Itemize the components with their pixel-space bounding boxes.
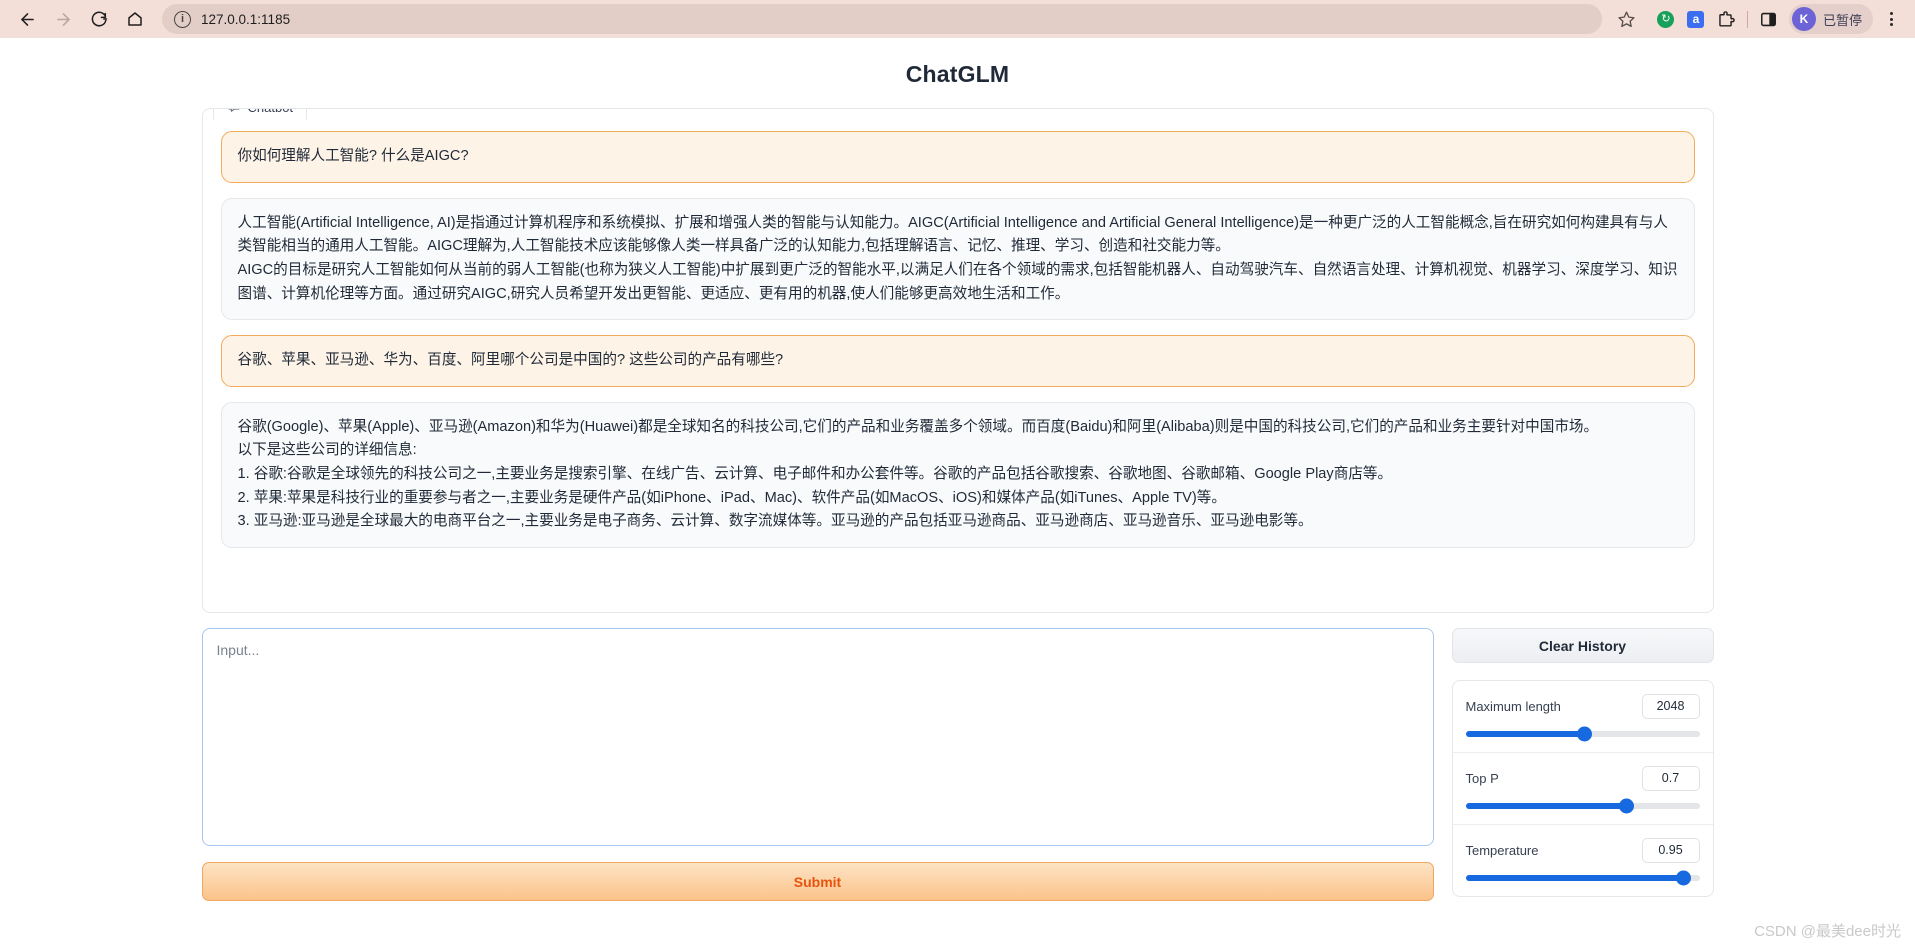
page-title: ChatGLM [905,61,1010,87]
back-button[interactable] [10,2,44,36]
parameter-row-top-p: Top P 0.7 [1452,753,1713,825]
watermark: CSDN @最美dee时光 [1754,923,1901,940]
message-paragraph: 人工智能(Artificial Intelligence, AI)是指通过计算机… [237,214,1668,255]
message-paragraph: 以下是这些公司的详细信息: [237,442,417,459]
message-text: 你如何理解人工智能? 什么是AIGC? [237,148,469,164]
extension-a-icon[interactable]: a [1682,5,1710,33]
bottom-controls: Submit Clear History Maximum length 2048 [201,628,1714,901]
profile-status-label: 已暂停 [1822,12,1862,28]
slider-knob[interactable] [1619,798,1635,814]
parameter-header: Top P 0.7 [1466,766,1700,791]
chat-input[interactable] [201,628,1434,846]
home-button[interactable] [118,2,152,36]
message-paragraph: AIGC的目标是研究人工智能如何从当前的弱人工智能(也称为狭义人工智能)中扩展到… [237,261,1678,302]
forward-button[interactable] [46,2,80,36]
message-paragraph: 谷歌(Google)、苹果(Apple)、亚马逊(Amazon)和华为(Huaw… [237,418,1599,435]
site-info-icon[interactable]: i [174,10,191,28]
tab-chatbot[interactable]: Chatbot [212,109,308,120]
message-paragraph: 1. 谷歌:谷歌是全球领先的科技公司之一,主要业务是搜索引擎、在线广告、云计算、… [237,466,1393,483]
tab-chatbot-label: Chatbot [248,109,294,115]
settings-column: Clear History Maximum length 2048 Top P … [1451,628,1714,897]
chat-message-list[interactable]: 你如何理解人工智能? 什么是AIGC? 人工智能(Artificial Inte… [203,121,1713,612]
submit-button[interactable]: Submit [201,862,1434,901]
parameter-value[interactable]: 2048 [1641,694,1700,719]
browser-toolbar: i 127.0.0.1:1185 ↻ a K 已暂停 [0,0,1915,38]
message-paragraph: 2. 苹果:苹果是科技行业的重要参与者之一,主要业务是硬件产品(如iPhone、… [237,489,1226,506]
chat-message-user: 你如何理解人工智能? 什么是AIGC? [220,131,1695,183]
maximum-length-slider[interactable] [1465,726,1700,742]
parameter-header: Temperature 0.95 [1466,838,1700,863]
slider-fill [1465,875,1684,881]
chat-message-user: 谷歌、苹果、亚马逊、华为、百度、阿里哪个公司是中国的? 这些公司的产品有哪些? [220,335,1695,387]
parameter-header: Maximum length 2048 [1466,694,1700,719]
reload-button[interactable] [82,2,116,36]
parameter-value[interactable]: 0.95 [1641,838,1700,863]
side-panel-icon[interactable] [1755,5,1783,33]
input-column: Submit [201,628,1434,901]
parameter-value[interactable]: 0.7 [1641,766,1700,791]
slider-fill [1465,731,1585,737]
parameters-card: Maximum length 2048 Top P 0.7 Temperatur… [1451,680,1714,897]
parameter-row-temperature: Temperature 0.95 [1453,825,1713,896]
address-bar[interactable]: i 127.0.0.1:1185 [162,4,1602,34]
content-wrapper: Chatbot 你如何理解人工智能? 什么是AIGC? 人工智能(Artific… [201,88,1714,901]
chat-bubble-icon [227,109,240,112]
page-body: ChatGLM Chatbot 你如何理解人工智能? 什么是AIGC? 人工智能… [0,38,1915,949]
message-paragraph: 3. 亚马逊:亚马逊是全球最大的电商平台之一,主要业务是电子商务、云计算、数字流… [237,513,1313,530]
parameter-label: Top P [1465,771,1499,786]
top-p-slider[interactable] [1465,798,1700,814]
parameter-row-maximum-length: Maximum length 2048 [1452,681,1713,753]
chat-message-bot: 谷歌(Google)、苹果(Apple)、亚马逊(Amazon)和华为(Huaw… [220,401,1695,549]
parameter-label: Temperature [1465,843,1539,858]
slider-knob[interactable] [1675,870,1691,886]
clear-history-button[interactable]: Clear History [1451,628,1714,663]
bookmark-star-icon[interactable] [1610,4,1644,34]
sync-extension-icon[interactable]: ↻ [1652,5,1680,33]
temperature-slider[interactable] [1465,870,1700,886]
profile-chip[interactable]: K 已暂停 [1788,4,1873,34]
address-bar-url: 127.0.0.1:1185 [201,11,291,27]
extension-a-label: a [1687,10,1705,28]
slider-fill [1465,803,1627,809]
parameter-label: Maximum length [1465,699,1561,714]
toolbar-divider [1746,10,1748,28]
chat-message-bot: 人工智能(Artificial Intelligence, AI)是指通过计算机… [220,197,1695,321]
message-text: 谷歌、苹果、亚马逊、华为、百度、阿里哪个公司是中国的? 这些公司的产品有哪些? [237,352,784,369]
avatar: K [1791,7,1816,31]
slider-knob[interactable] [1577,726,1593,742]
extensions-puzzle-icon[interactable] [1712,5,1740,33]
chatbot-panel: Chatbot 你如何理解人工智能? 什么是AIGC? 人工智能(Artific… [201,108,1714,613]
browser-toolbar-right: ↻ a K 已暂停 [1646,4,1905,34]
browser-menu-icon[interactable] [1877,5,1905,33]
